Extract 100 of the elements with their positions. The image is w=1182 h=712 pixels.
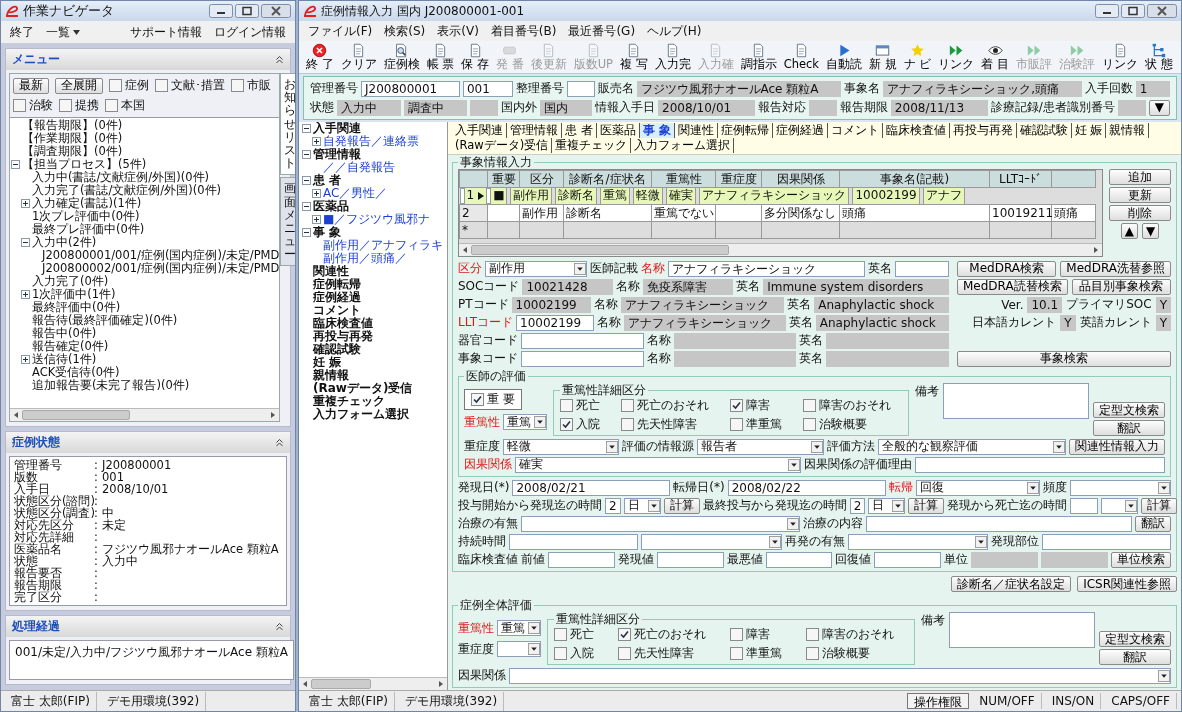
tab[interactable]: 確認試験 <box>1016 123 1072 138</box>
collapse-icon[interactable] <box>302 202 311 211</box>
button[interactable]: 定型文検索 <box>1099 631 1171 647</box>
button[interactable]: 全展開 <box>55 77 103 94</box>
tree-item[interactable]: 医薬品 <box>313 198 349 215</box>
text-field[interactable] <box>548 551 615 568</box>
toolbar-button[interactable]: ナ ビ <box>900 42 935 72</box>
checkbox[interactable] <box>471 392 484 406</box>
button[interactable]: ▼ <box>1148 99 1170 116</box>
text-field[interactable] <box>521 332 644 349</box>
expand-icon[interactable] <box>21 199 30 208</box>
button[interactable]: MedDRA洗替参照 <box>1060 260 1171 277</box>
button[interactable]: 削除 <box>1109 205 1171 221</box>
menu-item[interactable]: 表示(V) <box>434 21 482 41</box>
text-field[interactable] <box>915 456 1165 473</box>
button[interactable]: 単位検索 <box>1110 551 1171 568</box>
tab[interactable]: 臨床検査値 <box>882 123 950 138</box>
button[interactable]: 関連性情報入力 <box>1069 438 1165 455</box>
text-field[interactable]: 10002199 <box>516 314 595 331</box>
checkbox[interactable] <box>231 79 244 92</box>
tree-item[interactable]: J200800001/001/症例(国内症例)/未定/PMD <box>42 248 280 263</box>
tab[interactable]: 妊 娠 <box>1071 123 1107 138</box>
text-field[interactable] <box>656 551 724 568</box>
tree-item[interactable]: 送信待(1件) <box>32 352 97 367</box>
checkbox[interactable] <box>803 399 816 412</box>
dropdown[interactable]: 確実 <box>515 456 801 473</box>
button[interactable]: 事象検索 <box>957 350 1171 367</box>
toolbar-button[interactable]: 状 態 <box>1142 42 1176 72</box>
checkbox[interactable] <box>730 418 743 431</box>
text-field[interactable] <box>1070 497 1099 514</box>
scroll-left-icon[interactable] <box>12 411 20 419</box>
button[interactable]: 操作権限 <box>907 693 970 709</box>
text-field[interactable]: J200800001 <box>361 80 460 97</box>
tree-item[interactable]: 報告中(0件) <box>32 326 97 341</box>
tree-item[interactable]: J200800002/001/症例(国内症例)/未定/PMD <box>42 261 280 276</box>
menu-item[interactable]: 最近番号(G) <box>565 21 639 41</box>
button[interactable]: ▲ <box>1120 223 1138 239</box>
button[interactable]: 診断名／症状名設定 <box>951 576 1072 592</box>
tree-item[interactable]: 追加報告要(未完了報告)(0件) <box>32 378 190 393</box>
menu-item[interactable]: サポート情報 <box>127 22 205 42</box>
text-field[interactable]: 2 <box>605 497 621 514</box>
tree-item[interactable]: 入力フォーム選択 <box>313 406 409 423</box>
checkbox[interactable] <box>560 418 573 431</box>
dropdown[interactable] <box>1101 497 1139 514</box>
tree-item[interactable]: 【報告期限】(0件) <box>22 118 123 133</box>
checkbox[interactable] <box>730 399 743 412</box>
collapse-icon[interactable] <box>302 176 311 185</box>
tab[interactable]: 重複チェック <box>552 138 632 153</box>
tab[interactable]: 症例経過 <box>772 123 828 138</box>
checkbox[interactable] <box>109 79 122 92</box>
close-icon[interactable] <box>261 4 291 18</box>
checkbox[interactable] <box>803 418 816 431</box>
menu-item[interactable]: 検索(S) <box>381 21 429 41</box>
tab[interactable]: 患 者 <box>562 123 597 138</box>
checkbox[interactable] <box>155 79 168 92</box>
text-field[interactable] <box>509 533 638 550</box>
collapse-icon[interactable] <box>302 228 311 237</box>
toolbar-button[interactable]: 入力完 <box>651 42 694 72</box>
button[interactable]: 追加 <box>1109 169 1171 185</box>
checkbox[interactable] <box>560 399 573 412</box>
button[interactable]: MedDRA検索 <box>957 260 1057 277</box>
dropdown[interactable]: 重篤 <box>497 620 541 636</box>
remarks-field[interactable] <box>949 612 1095 648</box>
dropdown[interactable]: 報告者 <box>696 438 825 455</box>
maximize-icon[interactable] <box>235 4 259 18</box>
dropdown[interactable]: 副作用 <box>485 260 587 277</box>
toolbar-button[interactable]: 着 目 <box>978 42 1012 72</box>
dropdown[interactable]: 回復 <box>915 479 1041 496</box>
text-field[interactable]: 2008/02/21 <box>512 479 671 496</box>
tree-item[interactable]: 症例経過 <box>313 289 361 306</box>
tree-item[interactable]: 入力完了(0件) <box>32 274 109 289</box>
dropdown[interactable] <box>509 667 1171 684</box>
collapse-icon[interactable] <box>275 438 284 447</box>
tree-item[interactable]: 1次評価中(1件) <box>32 287 116 302</box>
text-field[interactable] <box>1042 533 1171 550</box>
tab[interactable]: 症例転帰 <box>717 123 773 138</box>
toolbar-button[interactable]: リンク <box>935 42 978 72</box>
button[interactable]: 定型文検索 <box>1093 402 1165 418</box>
scroll-right-icon[interactable] <box>1092 246 1100 254</box>
scroll-left-icon[interactable] <box>301 680 309 688</box>
maximize-icon[interactable] <box>1121 4 1145 18</box>
dropdown[interactable]: 重篤 <box>503 414 547 430</box>
button[interactable]: 翻訳 <box>1099 649 1171 665</box>
remarks-field[interactable] <box>943 383 1089 419</box>
button[interactable]: 更新 <box>1109 187 1171 203</box>
text-field[interactable] <box>765 551 833 568</box>
checkbox[interactable] <box>554 628 567 641</box>
menu-item[interactable]: ログイン情報 <box>211 22 289 42</box>
tree-item[interactable]: 【担当プロセス】(5件) <box>22 157 147 172</box>
text-field[interactable] <box>521 350 644 367</box>
tree-item[interactable]: 報告確定(0件) <box>32 339 109 354</box>
checkbox[interactable] <box>730 628 743 641</box>
text-field[interactable] <box>865 515 1132 532</box>
dropdown[interactable]: 全般的な観察評価 <box>878 438 1066 455</box>
toolbar-button[interactable]: Check <box>780 42 823 72</box>
tab[interactable]: 親情報 <box>1106 123 1150 138</box>
dropdown[interactable] <box>847 533 989 550</box>
toolbar-button[interactable]: 保 存 <box>458 42 492 72</box>
close-icon[interactable] <box>1147 4 1177 18</box>
tab[interactable]: 関連性 <box>674 123 718 138</box>
